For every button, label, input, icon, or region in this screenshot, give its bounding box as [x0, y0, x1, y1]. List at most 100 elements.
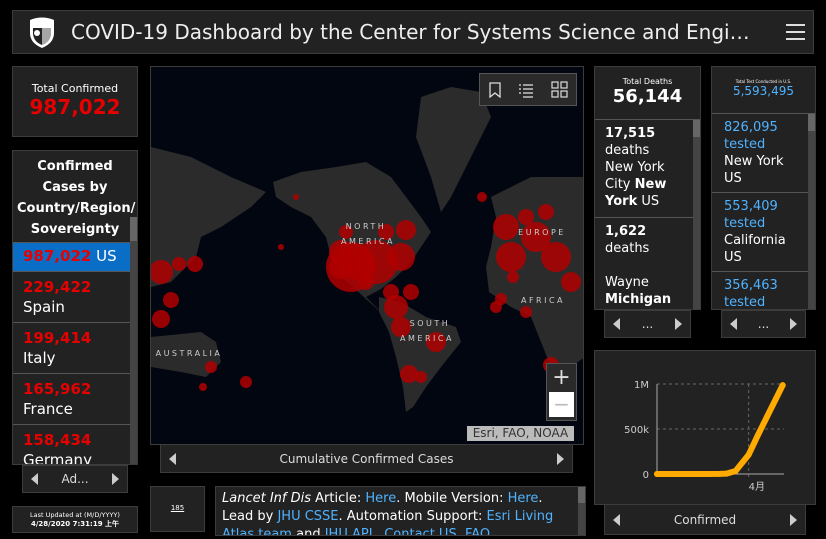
test-state: California — [724, 233, 786, 248]
contact-link[interactable]: Contact US — [384, 527, 456, 535]
next-arrow-icon[interactable] — [789, 318, 797, 330]
world-map[interactable]: NORTH AMERICA EUROPE AFRICA SOUTH AMERICA AUST… — [151, 67, 584, 445]
info-text: . Automation Support: — [338, 509, 487, 524]
next-arrow-icon[interactable] — [789, 513, 797, 526]
info-scrollbar[interactable] — [578, 487, 585, 535]
case-marker[interactable] — [477, 192, 487, 202]
country-list-nav: Ad... — [22, 465, 128, 493]
case-marker[interactable] — [172, 257, 186, 271]
confirmed-chart[interactable]: 0 500k 1M 4月 — [595, 351, 817, 506]
case-marker[interactable] — [293, 194, 299, 200]
case-marker[interactable] — [415, 371, 427, 383]
deaths-list-item[interactable]: 1,622 deathsWayne Michigan US — [595, 218, 695, 309]
country-list: 987,022 US 229,422 Spain 199,414 Italy 165,… — [13, 243, 132, 464]
country-confirmed-value: 229,422 — [23, 278, 92, 296]
case-marker[interactable] — [400, 365, 418, 383]
total-tests-value: 5,593,495 — [732, 84, 795, 98]
case-marker[interactable] — [205, 361, 217, 373]
tests-list-item[interactable]: 553,409 tested California US — [712, 193, 810, 272]
case-marker[interactable] — [538, 204, 554, 220]
test-state: New York — [724, 154, 784, 169]
case-marker[interactable] — [541, 242, 571, 272]
deaths-scrollbar[interactable] — [693, 120, 700, 309]
total-deaths-value: 56,144 — [612, 86, 683, 107]
case-marker[interactable] — [518, 209, 534, 225]
next-arrow-icon[interactable] — [556, 452, 564, 465]
basemap-gallery-icon[interactable] — [551, 81, 568, 98]
tests-list-item[interactable]: 356,463 tested — [712, 272, 810, 309]
data-point — [654, 470, 660, 477]
next-arrow-icon[interactable] — [674, 318, 682, 330]
case-marker[interactable] — [240, 376, 252, 388]
case-marker[interactable] — [507, 271, 519, 283]
country-list-item[interactable]: 165,962 France — [13, 374, 132, 425]
country-list-nav-label[interactable]: Ad... — [61, 472, 88, 486]
country-confirmed-value: 199,414 — [23, 329, 92, 347]
test-count: 553,409 — [724, 199, 778, 214]
case-marker[interactable] — [278, 244, 284, 250]
faq-link[interactable]: FAQ — [465, 527, 490, 535]
article-link[interactable]: Here — [365, 491, 396, 506]
next-arrow-icon[interactable] — [112, 473, 119, 485]
zoom-in-button[interactable]: + — [547, 364, 576, 392]
list-icon[interactable] — [518, 82, 534, 98]
prev-arrow-icon[interactable] — [613, 318, 620, 330]
country-confirmed-value: 987,022 — [23, 247, 92, 265]
tests-nav-label[interactable]: ... — [758, 317, 769, 331]
last-updated-label: Last Updated at (M/D/YYYY) — [30, 511, 120, 519]
chart-nav: Confirmed — [604, 505, 806, 535]
info-text: . — [456, 527, 465, 536]
country-list-item[interactable]: 158,434 Germany — [13, 425, 132, 464]
chart-panel: 0 500k 1M 4月 — [594, 350, 816, 505]
case-marker[interactable] — [493, 214, 519, 240]
case-marker[interactable] — [387, 243, 415, 271]
info-text: . — [538, 491, 543, 506]
country-confirmed-value: 165,962 — [23, 380, 92, 398]
jhu-apl-link[interactable]: JHU APL — [325, 527, 376, 535]
prev-arrow-icon[interactable] — [613, 513, 620, 526]
tests-scrollbar[interactable] — [808, 114, 815, 309]
country-list-item[interactable]: 229,422 Spain — [13, 272, 132, 323]
country-list-item[interactable]: 987,022 US — [13, 243, 132, 272]
zoom-out-button[interactable]: − — [549, 392, 574, 417]
country-list-item[interactable]: 199,414 Italy — [13, 323, 132, 374]
prev-arrow-icon[interactable] — [169, 452, 176, 465]
country-list-scrollbar[interactable] — [130, 217, 137, 464]
deaths-nav-label[interactable]: ... — [642, 317, 653, 331]
deaths-list: 17,515 deaths New York City New York US 1,… — [595, 120, 695, 309]
info-panel: Lancet Inf Dis Article: Here. Mobile Ver… — [215, 486, 586, 536]
continent-label: EUROPE — [518, 228, 566, 237]
map-attribution: Esri, FAO, NOAA — [467, 426, 574, 441]
continent-label: SOUTH — [410, 319, 451, 328]
prev-arrow-icon[interactable] — [31, 473, 38, 485]
bookmark-icon[interactable] — [488, 81, 502, 98]
map-panel[interactable]: NORTH AMERICA EUROPE AFRICA SOUTH AMERICA AUST… — [150, 66, 584, 445]
map-nav-label[interactable]: Cumulative Confirmed Cases — [279, 452, 453, 466]
death-country: US — [637, 194, 660, 209]
small-box-value[interactable]: 185 — [171, 504, 184, 512]
case-marker[interactable] — [496, 242, 526, 272]
case-marker[interactable] — [396, 220, 416, 240]
case-marker[interactable] — [326, 242, 376, 292]
case-marker[interactable] — [187, 256, 203, 272]
total-confirmed-label: Total Confirmed — [31, 82, 119, 95]
jhu-csse-link[interactable]: JHU CSSE — [277, 509, 338, 524]
case-marker[interactable] — [520, 306, 532, 318]
mobile-link[interactable]: Here — [508, 491, 539, 506]
chart-nav-label[interactable]: Confirmed — [674, 513, 736, 527]
small-box[interactable]: 185 — [150, 486, 205, 532]
case-marker[interactable] — [490, 301, 502, 313]
tests-list-item[interactable]: 826,095 tested New York US — [712, 114, 810, 193]
hamburger-icon[interactable] — [786, 24, 805, 40]
prev-arrow-icon[interactable] — [730, 318, 737, 330]
deaths-list-item[interactable]: 17,515 deaths New York City New York US — [595, 120, 695, 218]
case-marker[interactable] — [403, 284, 419, 300]
case-marker[interactable] — [163, 292, 179, 308]
case-marker[interactable] — [561, 272, 581, 292]
test-country: US — [724, 171, 742, 186]
case-marker[interactable] — [152, 310, 170, 328]
data-point — [716, 470, 723, 477]
case-marker[interactable] — [199, 383, 207, 391]
case-marker[interactable] — [384, 295, 408, 319]
test-unit: tested — [724, 216, 766, 231]
